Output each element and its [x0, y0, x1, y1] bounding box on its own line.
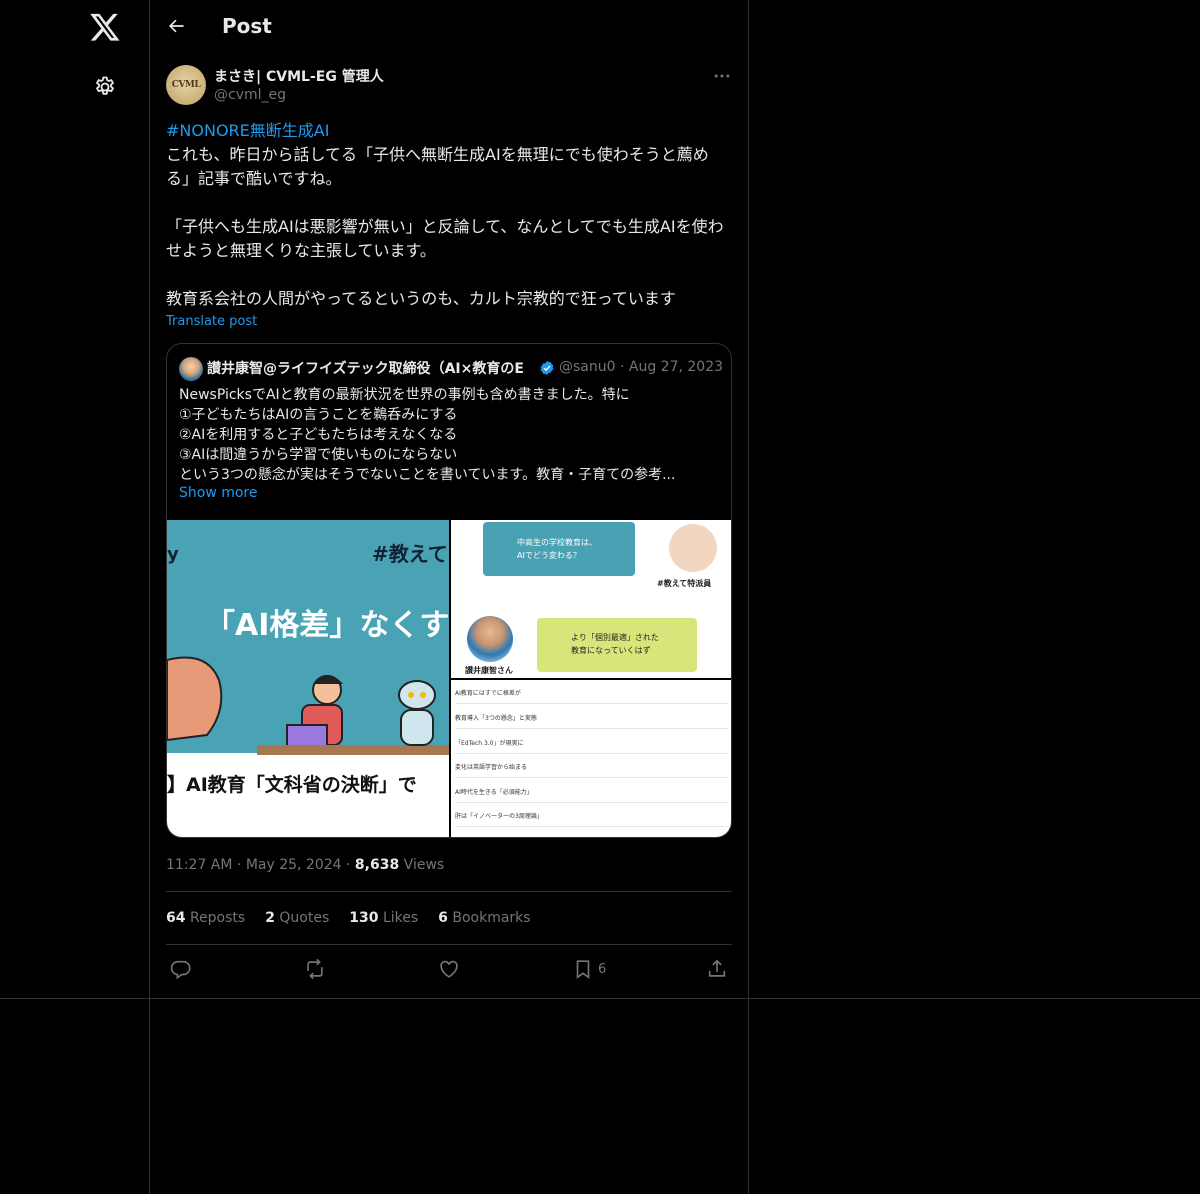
- bottom-divider: [0, 998, 1200, 999]
- quote-line: ①子どもたちはAIの言うことを鵜呑みにする: [179, 407, 458, 423]
- likes-stat[interactable]: 130 Likes: [349, 910, 418, 926]
- post-time[interactable]: 11:27 AM: [166, 857, 232, 873]
- person-name: 讃井康智さん: [465, 666, 513, 675]
- main-column: Post CVML まさき| CVML-EG 管理人 @cvml_eg #NON…: [150, 0, 749, 1194]
- image-tag-text: #教えて: [372, 542, 448, 566]
- speech-bubble-text: より「個別最適」された: [571, 633, 659, 642]
- person-photo: [467, 616, 513, 662]
- author-name[interactable]: まさき| CVML-EG 管理人: [214, 66, 384, 86]
- quoted-post[interactable]: 讃井康智@ライフイズテック取締役（AI×教育のE @sanu0 · Aug 27…: [166, 343, 732, 838]
- post-line: これも、昨日から話してる「子供へ無断生成AIを無理にでも使わそうと薦める」記事で…: [166, 145, 709, 188]
- avatar[interactable]: CVML: [166, 65, 206, 105]
- bookmark-icon[interactable]: [572, 958, 594, 980]
- engagement-stats: 64 Reposts 2 Quotes 130 Likes 6 Bookmark…: [166, 910, 531, 926]
- bookmarks-label: Bookmarks: [452, 910, 531, 926]
- left-nav: [0, 0, 150, 1194]
- quote-line: という3つの懸念が実はそうでないことを書いています。教育・子育ての参考...: [179, 467, 676, 483]
- reposts-count: 64: [166, 910, 186, 926]
- x-logo-icon[interactable]: [89, 11, 121, 43]
- quote-line: ②AIを利用すると子どもたちは考えなくなる: [179, 427, 458, 443]
- toc-row: AI時代を生きる「必須能力」: [455, 779, 729, 803]
- page-title: Post: [222, 14, 272, 38]
- toc-row: 教育導入「3つの懸念」と実態: [455, 705, 729, 729]
- toc-row: 変化は英語学習から始まる: [455, 754, 729, 778]
- quote-line: ③AIは間違うから学習で使いものにならない: [179, 447, 458, 463]
- post-date[interactable]: May 25, 2024: [246, 857, 342, 873]
- quote-line: NewsPicksでAIと教育の最新状況を世界の事例も含め書きました。特に: [179, 387, 630, 403]
- toc-row: AI教育にはすでに格差が: [455, 680, 729, 704]
- quote-handle: @sanu0: [559, 359, 616, 375]
- meta-separator: ·: [346, 857, 351, 873]
- image-caption: 】AI教育「文科省の決断」で: [167, 774, 417, 796]
- speech-bubble: 中高生の学校教育は、 AIでどう変わる？: [483, 522, 635, 576]
- bookmark-count: 6: [598, 962, 607, 977]
- quotes-stat[interactable]: 2 Quotes: [265, 910, 329, 926]
- gear-icon[interactable]: [93, 75, 117, 99]
- share-icon[interactable]: [706, 958, 728, 980]
- reply-icon[interactable]: [170, 958, 192, 980]
- arrow-left-icon[interactable]: [166, 16, 186, 36]
- verified-badge-icon: [540, 361, 554, 375]
- reposts-stat[interactable]: 64 Reposts: [166, 910, 245, 926]
- avatar-text: CVML: [171, 80, 201, 90]
- bookmarks-stat[interactable]: 6 Bookmarks: [438, 910, 530, 926]
- quote-date: Aug 27, 2023: [628, 359, 724, 375]
- reposts-label: Reposts: [189, 910, 246, 926]
- image-y-text: y: [167, 544, 179, 565]
- quote-image-top-right[interactable]: 中高生の学校教育は、 AIでどう変わる？ #教えて特派員 讃井康智さん より「個…: [451, 520, 731, 678]
- views-label: Views: [403, 857, 445, 873]
- speech-bubble-text: 中高生の学校教育は、: [517, 538, 597, 547]
- more-options-icon[interactable]: [712, 66, 732, 86]
- likes-label: Likes: [382, 910, 419, 926]
- quotes-label: Quotes: [279, 910, 330, 926]
- quote-meta: @sanu0 · Aug 27, 2023: [559, 359, 723, 375]
- image-figure: [669, 524, 717, 572]
- action-bar: 6: [166, 958, 732, 982]
- hashtag-link[interactable]: #NONORE無断生成AI: [166, 121, 329, 140]
- quote-text: NewsPicksでAIと教育の最新状況を世界の事例も含め書きました。特に ①子…: [179, 385, 719, 485]
- views-count: 8,638: [354, 857, 400, 873]
- speech-bubble: より「個別最適」された 教育になっていくはず: [537, 618, 697, 672]
- toc-row: 「EdTech 3.0」が現実に: [455, 730, 729, 754]
- quote-image-left[interactable]: y #教えて 「AI格差」なくす 】AI教育「文科省の決断」で: [167, 520, 449, 837]
- post-timestamp: 11:27 AM · May 25, 2024 · 8,638 Views: [166, 857, 444, 873]
- meta-separator: ·: [236, 857, 242, 873]
- bookmarks-count: 6: [438, 910, 448, 926]
- quote-image-bottom-right[interactable]: AI教育にはすでに格差が 教育導入「3つの懸念」と実態 「EdTech 3.0」…: [451, 680, 731, 837]
- illustration-graphic: [167, 656, 449, 755]
- likes-count: 130: [349, 910, 379, 926]
- divider: [166, 891, 732, 892]
- divider: [166, 944, 732, 945]
- page-header: Post: [150, 0, 748, 54]
- translate-link[interactable]: Translate post: [166, 314, 257, 329]
- post-text: #NONORE無断生成AI これも、昨日から話してる「子供へ無断生成AIを無理に…: [166, 119, 732, 311]
- speech-bubble-text: 教育になっていくはず: [571, 646, 651, 655]
- author-handle[interactable]: @cvml_eg: [214, 87, 286, 103]
- quote-avatar: [179, 357, 203, 381]
- post-paragraph: 「子供へも生成AIは悪影響が無い」と反論して、なんとしてでも生成AIを使わせよう…: [166, 217, 724, 260]
- image-headline: 「AI格差」なくす: [205, 608, 449, 643]
- show-more-link[interactable]: Show more: [179, 485, 258, 501]
- like-icon[interactable]: [438, 958, 460, 980]
- quotes-count: 2: [265, 910, 275, 926]
- quote-separator: ·: [619, 359, 625, 375]
- post-paragraph: 教育系会社の人間がやってるというのも、カルト宗教的で狂っています: [166, 289, 676, 308]
- speech-bubble-text: AIでどう変わる？: [517, 551, 581, 560]
- image-tag-text: #教えて特派員: [657, 579, 712, 588]
- quote-author-name: 讃井康智@ライフイズテック取締役（AI×教育のE: [207, 361, 524, 377]
- repost-icon[interactable]: [304, 958, 326, 980]
- toc-row: 肝は「イノベーターの3周理論」: [455, 803, 729, 827]
